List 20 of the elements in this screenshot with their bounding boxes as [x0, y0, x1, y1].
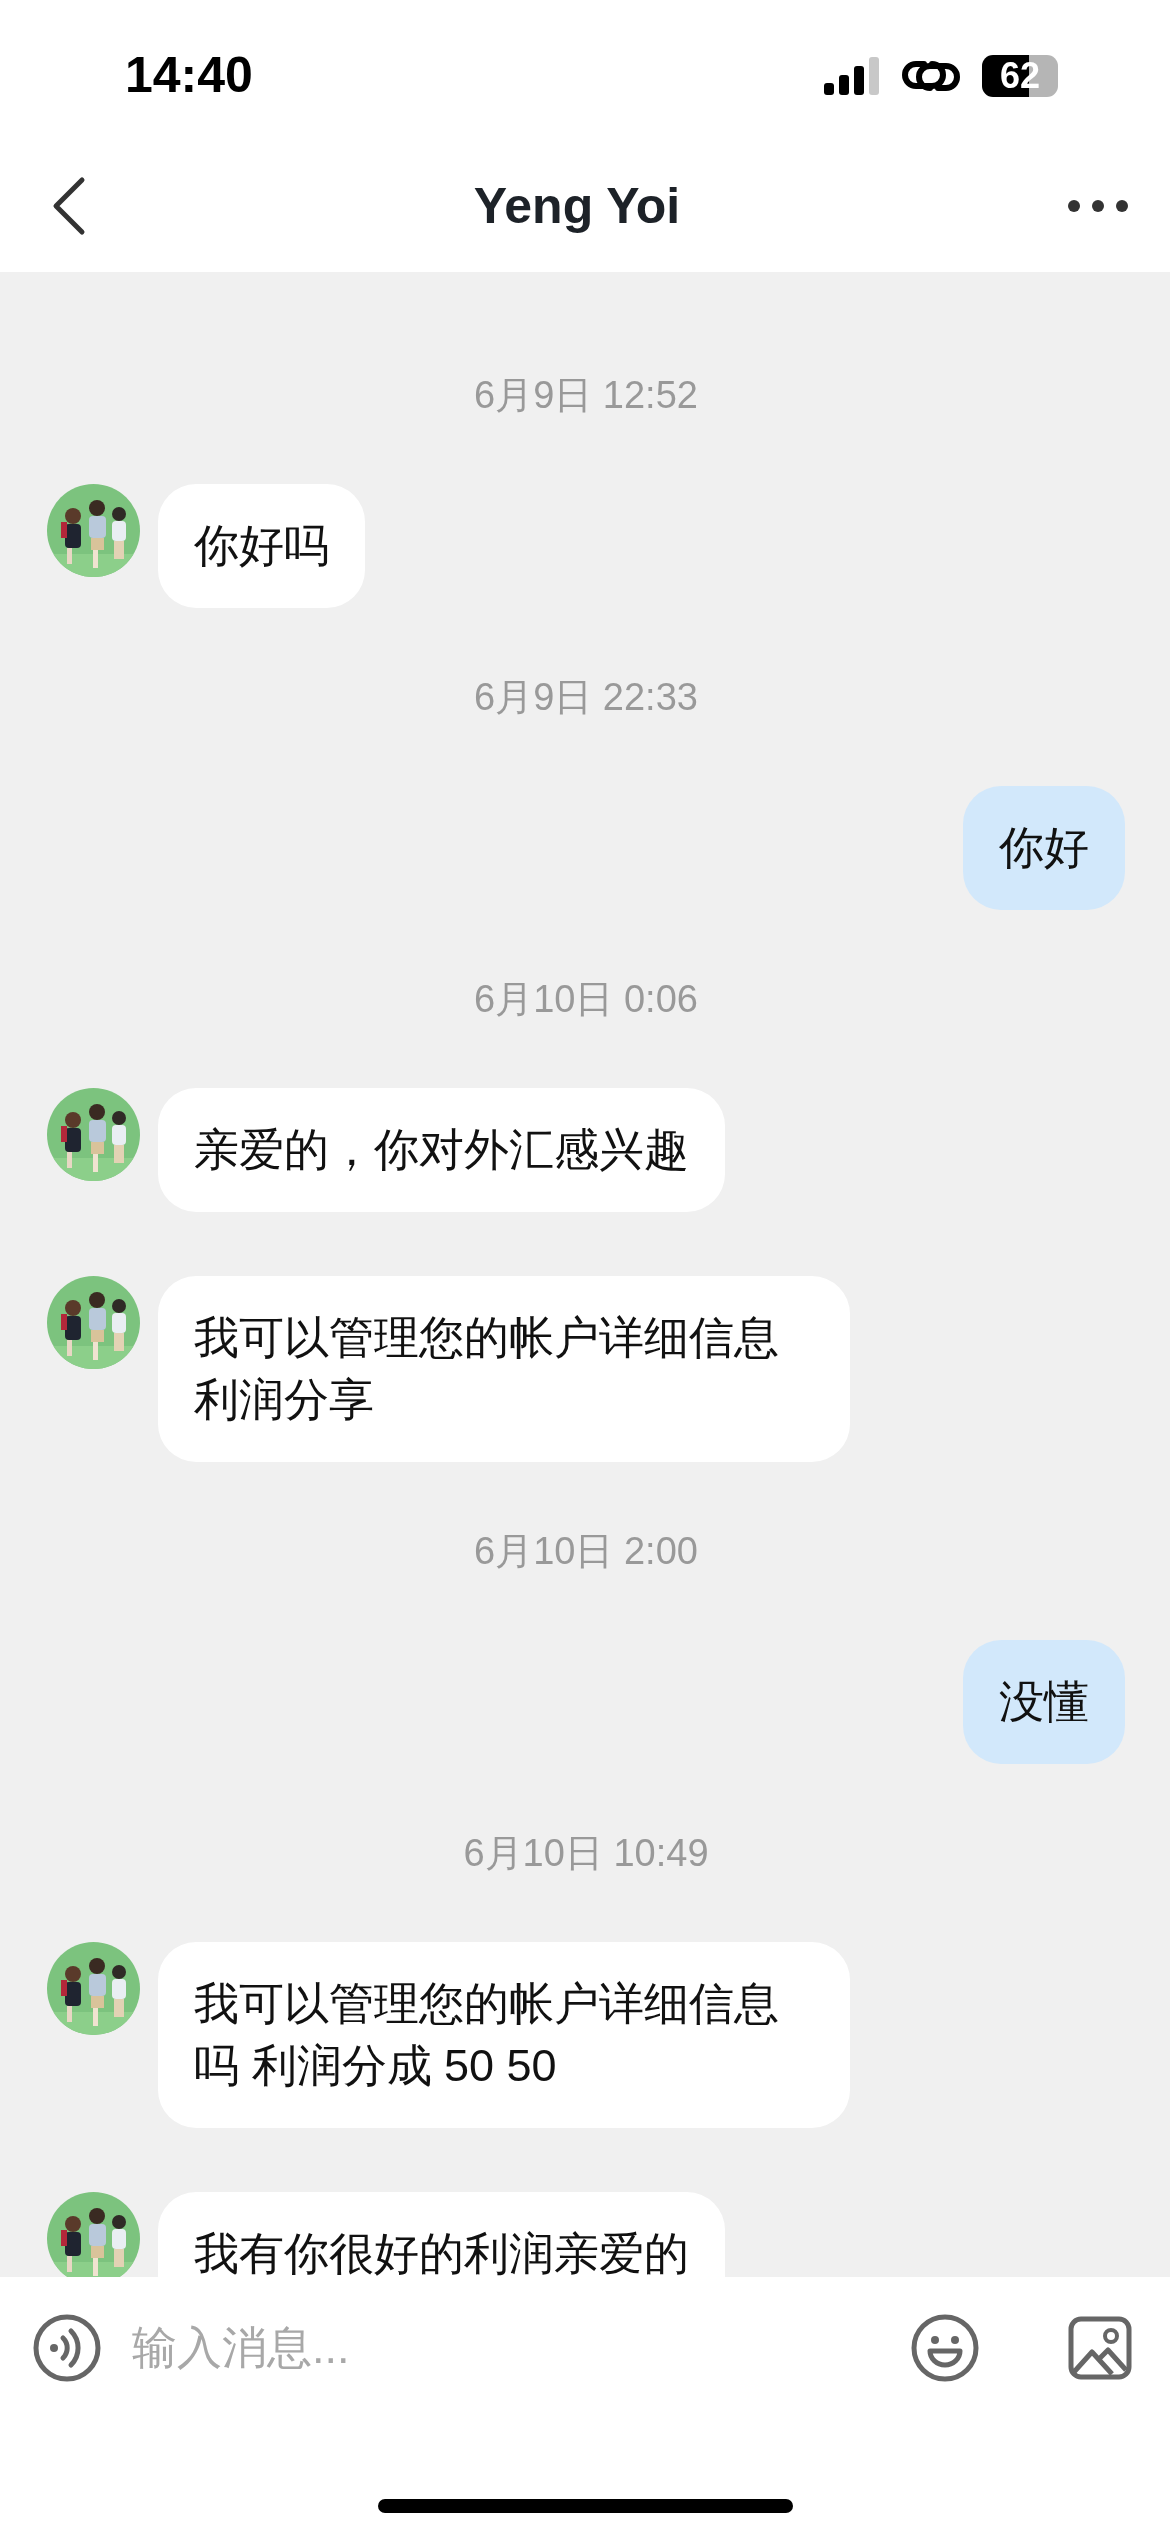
message-bubble: 你好 [963, 786, 1125, 910]
message-timestamp: 6月10日 0:06 [474, 977, 698, 1022]
message-bubble: 没懂 [963, 1640, 1125, 1764]
message-timestamp: 6月10日 10:49 [463, 1831, 709, 1876]
message-bubble: 我可以管理您的帐户详细信息利润分享 [158, 1276, 850, 1462]
message-bubble: 我可以管理您的帐户详细信息吗 利润分成 50 50 [158, 1942, 850, 2128]
status-time: 14:40 [125, 46, 253, 104]
message-input[interactable]: 输入消息... [130, 2321, 882, 2375]
message-bubble: 你好吗 [158, 484, 365, 608]
emoji-button[interactable] [910, 2313, 980, 2383]
message-timestamp: 6月9日 12:52 [474, 373, 698, 418]
message-bubble: 亲爱的，你对外汇感兴趣 [158, 1088, 725, 1212]
image-button[interactable] [1068, 2316, 1132, 2380]
signal-icon [824, 57, 880, 95]
chat-title: Yeng Yoi [473, 177, 681, 235]
more-button[interactable] [1066, 198, 1130, 214]
voice-button[interactable] [32, 2313, 102, 2383]
message-timestamp: 6月10日 2:00 [474, 1529, 698, 1574]
message-timestamp: 6月9日 22:33 [474, 675, 698, 720]
message-bubble: 我有你很好的利润亲爱的 [158, 2192, 725, 2277]
